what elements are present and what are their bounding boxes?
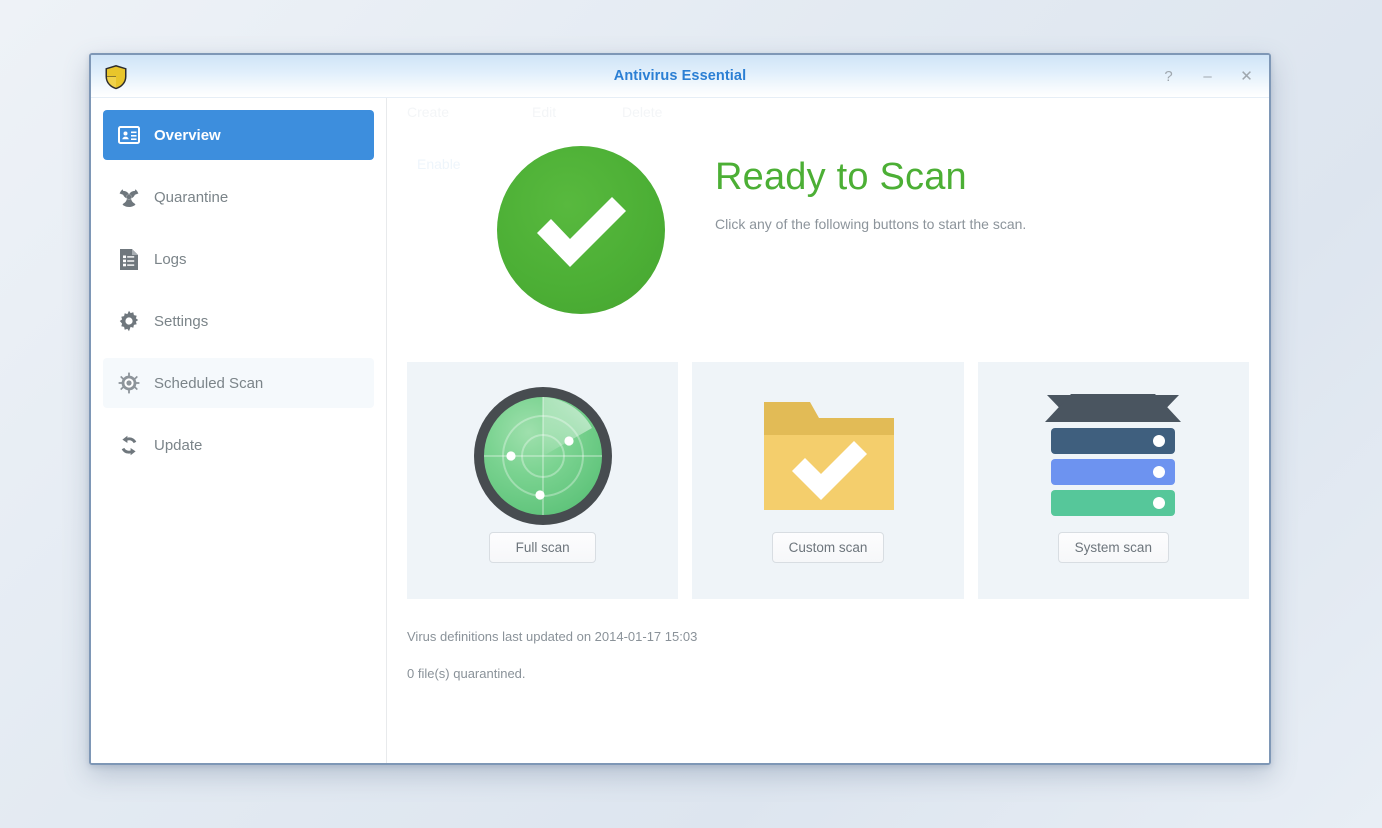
biohazard-icon (117, 185, 141, 209)
status-summary: Virus definitions last updated on 2014-0… (387, 599, 1269, 681)
main-content: Create Edit Delete Enable Ready to Scan … (387, 98, 1269, 763)
window-title: Antivirus Essential (613, 68, 747, 84)
definitions-updated-text: Virus definitions last updated on 2014-0… (407, 629, 698, 644)
sidebar-item-quarantine[interactable]: Quarantine (103, 172, 374, 222)
full-scan-button[interactable]: Full scan (489, 532, 597, 563)
sidebar-item-label: Scheduled Scan (154, 374, 264, 392)
custom-scan-button[interactable]: Custom scan (771, 532, 885, 563)
sidebar: Overview Quarantine Logs Settings Schedu… (91, 98, 387, 763)
target-clock-icon (117, 371, 141, 395)
sidebar-item-label: Update (154, 436, 203, 454)
sidebar-item-label: Settings (154, 312, 209, 330)
server-stack-icon (1043, 390, 1183, 522)
list-document-icon (117, 247, 141, 271)
page-title: Ready to Scan (715, 156, 967, 198)
sidebar-item-settings[interactable]: Settings (103, 296, 374, 346)
radar-icon (470, 387, 616, 525)
page-subtitle: Click any of the following buttons to st… (715, 215, 1027, 232)
scan-card-system[interactable]: System scan (977, 362, 1249, 599)
id-card-icon (117, 123, 141, 147)
sidebar-item-label: Logs (154, 250, 187, 268)
sidebar-item-label: Quarantine (154, 188, 229, 206)
window-body: Overview Quarantine Logs Settings Schedu… (91, 98, 1269, 763)
scan-options-row: Full scan Custom scan System scan (387, 362, 1269, 599)
minimize-button[interactable]: – (1199, 68, 1216, 85)
status-text-block: Ready to Scan Click any of the following… (715, 146, 1026, 232)
green-check-circle-icon (497, 146, 665, 314)
sidebar-item-overview[interactable]: Overview (103, 110, 374, 160)
status-hero: Ready to Scan Click any of the following… (387, 98, 1269, 360)
scan-card-full[interactable]: Full scan (407, 362, 679, 599)
close-button[interactable]: ✕ (1238, 68, 1255, 85)
title-bar: Antivirus Essential ? – ✕ (91, 55, 1269, 98)
sidebar-item-update[interactable]: Update (103, 420, 374, 470)
help-button[interactable]: ? (1160, 68, 1177, 85)
refresh-icon (117, 433, 141, 457)
system-scan-button[interactable]: System scan (1057, 532, 1169, 563)
app-window: Antivirus Essential ? – ✕ Overview Quara… (89, 53, 1271, 765)
scan-card-custom[interactable]: Custom scan (692, 362, 964, 599)
folder-check-icon (758, 390, 898, 522)
shield-icon (104, 64, 128, 90)
sidebar-item-scheduled-scan[interactable]: Scheduled Scan (103, 358, 374, 408)
window-controls: ? – ✕ (1160, 55, 1255, 98)
gear-icon (117, 309, 141, 333)
quarantine-count-text: 0 file(s) quarantined. (407, 666, 526, 681)
sidebar-item-label: Overview (154, 126, 221, 144)
sidebar-item-logs[interactable]: Logs (103, 234, 374, 284)
